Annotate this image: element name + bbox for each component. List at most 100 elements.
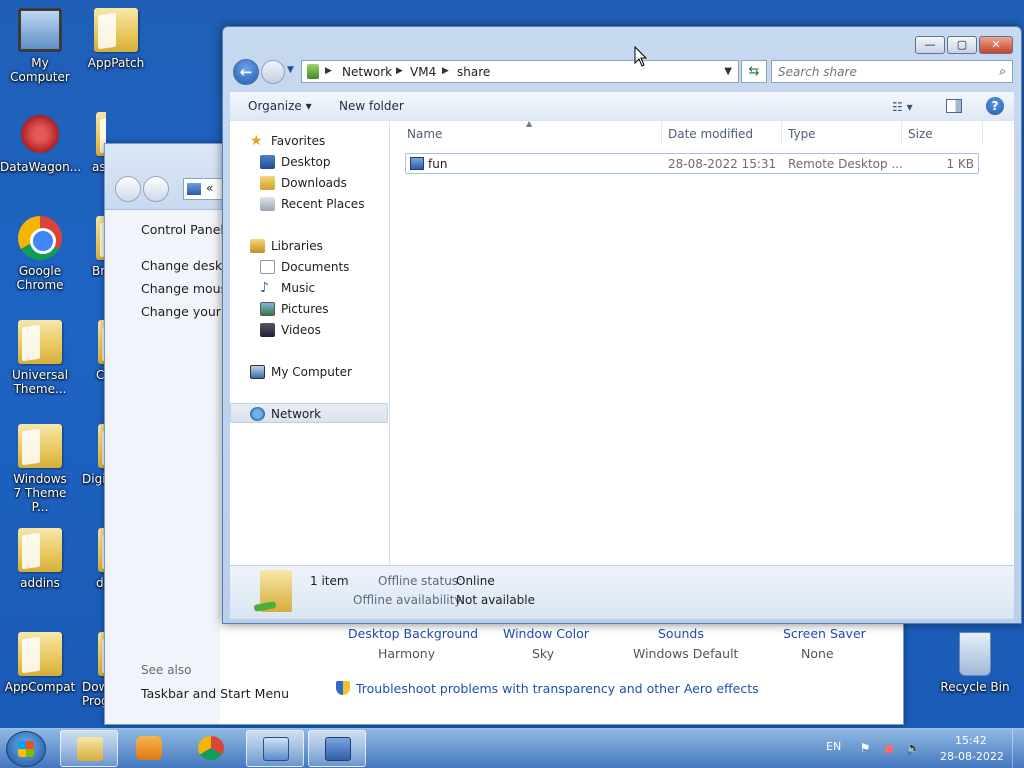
theme-desktop-background[interactable]: Desktop Background — [348, 626, 478, 641]
column-header-type[interactable]: Type — [788, 127, 816, 141]
column-header-date[interactable]: Date modified — [668, 127, 753, 141]
pictures-icon — [260, 302, 275, 316]
organize-button[interactable]: Organize ▾ — [248, 99, 312, 113]
desktop-icon-c[interactable]: C — [76, 320, 106, 382]
address-dropdown-icon[interactable]: ▼ — [724, 66, 732, 77]
taskbar-control-panel[interactable] — [246, 730, 304, 767]
desktop-icon-label: Windows 7 Theme P... — [13, 472, 67, 514]
nav-music[interactable]: ♪ Music — [230, 278, 388, 298]
desktop-icon-my-computer[interactable]: My Computer — [0, 8, 80, 84]
column-header-name[interactable]: Name — [407, 127, 442, 141]
file-list: ▲ Name Date modified Type Size fun 28-08… — [390, 119, 1014, 565]
nav-downloads[interactable]: Downloads — [230, 173, 388, 193]
taskbar: EN ⚑ ▣ 🔈 15:42 28-08-2022 — [0, 728, 1024, 768]
desktop-icon-as[interactable]: as — [76, 112, 106, 174]
clock-time[interactable]: 15:42 — [955, 734, 987, 747]
refresh-icon: ⇆ — [748, 64, 760, 79]
column-divider[interactable] — [982, 121, 983, 145]
taskbar-media-player[interactable] — [120, 730, 178, 767]
nav-pictures[interactable]: Pictures — [230, 299, 388, 319]
nav-documents[interactable]: Documents — [230, 257, 388, 277]
back-button[interactable]: ← — [233, 59, 259, 85]
theme-window-color-value: Sky — [532, 646, 555, 661]
network-status-icon[interactable]: ▣ — [882, 741, 896, 755]
table-row[interactable]: fun 28-08-2022 15:31 Remote Desktop ... … — [405, 153, 979, 174]
forward-button[interactable] — [261, 60, 285, 84]
media-player-icon — [136, 736, 162, 760]
troubleshoot-link[interactable]: Troubleshoot problems with transparency … — [356, 681, 759, 696]
refresh-button[interactable]: ⇆ — [741, 60, 767, 83]
cp-link-change-account[interactable]: Change your a — [141, 304, 233, 319]
column-divider[interactable] — [901, 121, 902, 145]
start-button[interactable] — [6, 731, 46, 767]
cp-forward-button[interactable] — [143, 176, 169, 202]
language-indicator[interactable]: EN — [826, 740, 841, 753]
desktop-icon-digi[interactable]: Digi — [76, 424, 106, 486]
remote-desktop-icon — [325, 737, 351, 761]
desktop-icon-addins[interactable]: addins — [0, 528, 80, 590]
desktop-icon-appcompat[interactable]: AppCompat — [0, 632, 80, 694]
cp-address-bar[interactable]: « — [183, 178, 223, 200]
desktop-icon-datawagon[interactable]: DataWagon... — [0, 112, 81, 174]
breadcrumb-vm4[interactable]: VM4 — [410, 65, 436, 79]
theme-window-color[interactable]: Window Color — [503, 626, 589, 641]
search-box[interactable]: ⌕ — [771, 60, 1013, 83]
column-header-size[interactable]: Size — [908, 127, 933, 141]
help-icon[interactable]: ? — [986, 97, 1004, 115]
nav-libraries[interactable]: Libraries — [230, 236, 388, 256]
desktop-icon-apppatch[interactable]: AppPatch — [76, 8, 156, 70]
cp-taskbar-link[interactable]: Taskbar and Start Menu — [141, 686, 289, 701]
recent-places-icon — [260, 197, 275, 211]
cp-back-button[interactable] — [115, 176, 141, 202]
nav-recent-places[interactable]: Recent Places — [230, 194, 388, 214]
volume-icon[interactable]: 🔈 — [906, 741, 921, 755]
file-size: 1 KB — [946, 157, 974, 171]
folder-icon — [94, 8, 138, 52]
file-type: Remote Desktop ... — [788, 157, 903, 171]
desktop-icon-google-chrome[interactable]: Google Chrome — [0, 216, 80, 292]
cp-theme-strip: Desktop Background Harmony Window Color … — [313, 624, 903, 724]
theme-screen-saver[interactable]: Screen Saver — [783, 626, 866, 641]
nav-favorites[interactable]: ★ Favorites — [230, 131, 388, 151]
theme-desktop-background-value: Harmony — [378, 646, 436, 661]
desktop-icon-label: My Computer — [10, 56, 70, 84]
breadcrumb-network[interactable]: Network — [342, 65, 392, 79]
nav-desktop[interactable]: Desktop — [230, 152, 388, 172]
column-divider[interactable] — [661, 121, 662, 145]
search-icon[interactable]: ⌕ — [999, 64, 1006, 79]
search-input[interactable] — [778, 63, 988, 80]
maximize-button[interactable]: ▢ — [947, 36, 977, 54]
nav-network[interactable]: Network — [230, 403, 388, 423]
cp-home-link[interactable]: Control Panel — [141, 222, 224, 237]
cursor-arrow-icon — [634, 46, 648, 67]
nav-label: Pictures — [281, 302, 329, 316]
show-desktop-button[interactable] — [1012, 729, 1024, 768]
clock-date[interactable]: 28-08-2022 — [940, 750, 1004, 763]
desktop-icon-br[interactable]: Br — [76, 216, 106, 278]
cp-link-change-desktop[interactable]: Change deskto — [141, 258, 235, 273]
history-dropdown-icon[interactable]: ▼ — [287, 65, 294, 75]
column-divider[interactable] — [781, 121, 782, 145]
desktop-icon-windows7-theme[interactable]: Windows 7 Theme P... — [0, 424, 80, 514]
nav-my-computer[interactable]: My Computer — [230, 362, 388, 382]
minimize-button[interactable]: — — [915, 36, 945, 54]
preview-pane-icon[interactable] — [946, 99, 962, 113]
cp-link-change-mouse[interactable]: Change mouse — [141, 281, 235, 296]
desktop-icon-dow-prog[interactable]: Dow Prog — [76, 632, 106, 708]
nav-videos[interactable]: Videos — [230, 320, 388, 340]
new-folder-button[interactable]: New folder — [339, 99, 404, 113]
close-button[interactable]: ✕ — [979, 36, 1013, 54]
taskbar-remote-desktop[interactable] — [308, 730, 366, 767]
address-bar[interactable]: ▶ Network ▶ VM4 ▶ share ▼ — [301, 60, 739, 83]
action-center-icon[interactable]: ⚑ — [858, 741, 872, 755]
breadcrumb-share[interactable]: share — [457, 65, 490, 79]
explorer-window[interactable]: — ▢ ✕ ← ▼ ▶ Network ▶ VM4 ▶ share ▼ ⇆ ⌕ … — [222, 26, 1022, 624]
videos-icon — [260, 323, 275, 337]
theme-sounds[interactable]: Sounds — [658, 626, 704, 641]
taskbar-explorer[interactable] — [60, 730, 118, 767]
desktop-icon-universal-theme[interactable]: Universal Theme... — [0, 320, 80, 396]
desktop-icon-recycle-bin[interactable]: Recycle Bin — [935, 632, 1015, 694]
desktop-icon-d[interactable]: d — [76, 528, 106, 590]
taskbar-chrome[interactable] — [182, 730, 240, 767]
view-options-icon[interactable]: ☷ ▾ — [892, 100, 913, 114]
